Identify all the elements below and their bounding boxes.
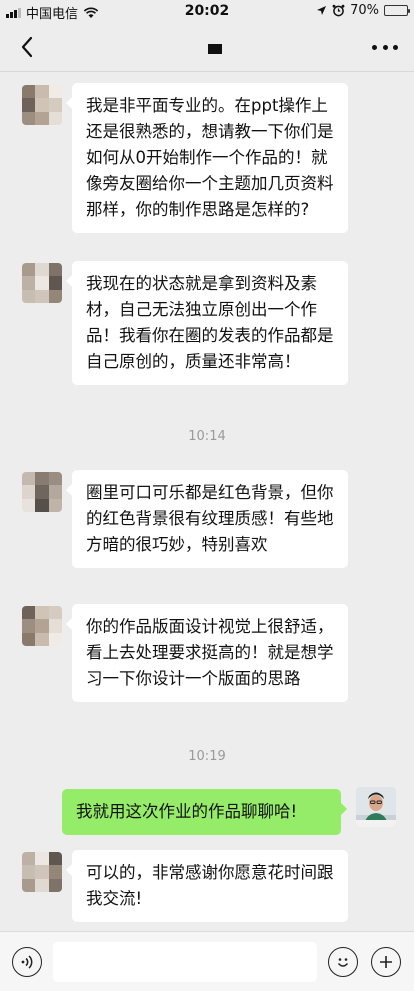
message-bubble[interactable]: 圈里可口可乐都是红色背景，但你的红色背景很有纹理质感！有些地方暗的很巧妙，特别喜… [66,470,348,568]
avatar-mosaic-tile [48,485,62,499]
avatar[interactable] [22,263,62,303]
voice-button[interactable] [12,947,42,977]
avatar-mosaic-tile [35,111,49,125]
avatar-mosaic-tile [48,878,62,892]
more-dots-icon [372,44,377,50]
avatar-mosaic-tile [22,485,36,499]
avatar-mosaic-tile [22,289,36,303]
avatar-mosaic-tile [22,498,36,512]
avatar-mosaic-tile [35,852,49,866]
user-photo-icon [356,787,396,827]
message-text: 我就用这次作业的作品聊聊哈! [76,802,298,821]
chevron-left-icon [21,36,33,58]
more-button[interactable] [372,36,398,58]
avatar[interactable] [22,852,62,892]
avatar-mosaic-tile [22,852,36,866]
avatar-mosaic-tile [48,619,62,633]
avatar-mosaic-tile [48,276,62,290]
avatar-mosaic-tile [48,289,62,303]
my-message-bubble[interactable]: 我就用这次作业的作品聊聊哈! [62,789,347,835]
message-input[interactable] [53,942,317,982]
avatar-mosaic-tile [35,498,49,512]
avatar-mosaic-tile [35,472,49,486]
chat-title-redacted [208,44,222,54]
avatar-mosaic-tile [48,852,62,866]
message-text: 可以的，非常感谢你愿意花时间跟我交流! [86,863,334,908]
avatar-mosaic-tile [48,263,62,277]
message-bubble[interactable]: 我是非平面专业的。在ppt操作上还是很熟悉的，想请教一下你们是如何从0开始制作一… [66,83,348,233]
avatar-mosaic-tile [48,85,62,99]
avatar-mosaic-tile [22,619,36,633]
nav-bar [0,22,414,72]
avatar-mosaic-tile [22,276,36,290]
timestamp: 10:19 [188,749,226,764]
input-bar [0,931,414,991]
avatar-mosaic-tile [22,878,36,892]
avatar-mosaic-tile [22,632,36,646]
message-text: 我是非平面专业的。在ppt操作上还是很熟悉的，想请教一下你们是如何从0开始制作一… [86,96,334,219]
back-button[interactable] [14,32,44,62]
avatar-mosaic-tile [48,111,62,125]
plus-button[interactable] [371,947,401,977]
avatar-mosaic-tile [48,865,62,879]
avatar-mosaic-tile [22,98,36,112]
avatar-mosaic-tile [35,485,49,499]
avatar-mosaic-tile [22,606,36,620]
avatar-mosaic-tile [35,606,49,620]
battery-icon [384,5,410,16]
voice-icon [21,955,33,969]
avatar[interactable] [22,606,62,646]
status-right: 70% [316,3,410,18]
avatar-mosaic-tile [35,263,49,277]
timestamp: 10:14 [188,429,226,444]
battery-percent: 70% [350,3,379,18]
message-bubble[interactable]: 可以的，非常感谢你愿意花时间跟我交流! [66,850,348,922]
chat-area[interactable]: 我是非平面专业的。在ppt操作上还是很熟悉的，想请教一下你们是如何从0开始制作一… [0,73,414,931]
message-text: 我现在的状态就是拿到资料及素材，自己无法独立原创出一个作品！我看你在圈的发表的作… [86,274,334,371]
avatar-mosaic-tile [22,85,36,99]
avatar-mosaic-tile [35,865,49,879]
avatar-mosaic-tile [22,263,36,277]
avatar-mosaic-tile [35,289,49,303]
avatar[interactable] [22,85,62,125]
avatar[interactable] [22,472,62,512]
avatar-mosaic-tile [35,98,49,112]
avatar-mosaic-tile [35,276,49,290]
plus-icon [380,956,392,968]
my-avatar[interactable] [356,787,396,827]
avatar-mosaic-tile [48,606,62,620]
avatar-mosaic-tile [48,632,62,646]
alarm-clock-icon [332,4,345,17]
avatar-mosaic-tile [22,865,36,879]
avatar-mosaic-tile [48,472,62,486]
avatar-mosaic-tile [35,619,49,633]
location-arrow-icon [317,6,327,15]
message-bubble[interactable]: 你的作品版面设计视觉上很舒适，看上去处理要求挺高的！就是想学习一下你设计一个版面… [66,604,348,702]
emoji-icon [337,958,349,967]
avatar-mosaic-tile [48,98,62,112]
avatar-mosaic-tile [48,498,62,512]
message-text: 圈里可口可乐都是红色背景，但你的红色背景很有纹理质感！有些地方暗的很巧妙，特别喜… [86,483,334,554]
avatar-mosaic-tile [22,472,36,486]
avatar-mosaic-tile [22,111,36,125]
avatar-mosaic-tile [35,878,49,892]
message-text: 你的作品版面设计视觉上很舒适，看上去处理要求挺高的！就是想学习一下你设计一个版面… [86,617,334,688]
avatar-mosaic-tile [35,85,49,99]
status-bar: 中国电信 20:02 70% [0,0,414,22]
emoji-button[interactable] [328,947,358,977]
message-bubble[interactable]: 我现在的状态就是拿到资料及素材，自己无法独立原创出一个作品！我看你在圈的发表的作… [66,261,348,385]
avatar-mosaic-tile [35,632,49,646]
